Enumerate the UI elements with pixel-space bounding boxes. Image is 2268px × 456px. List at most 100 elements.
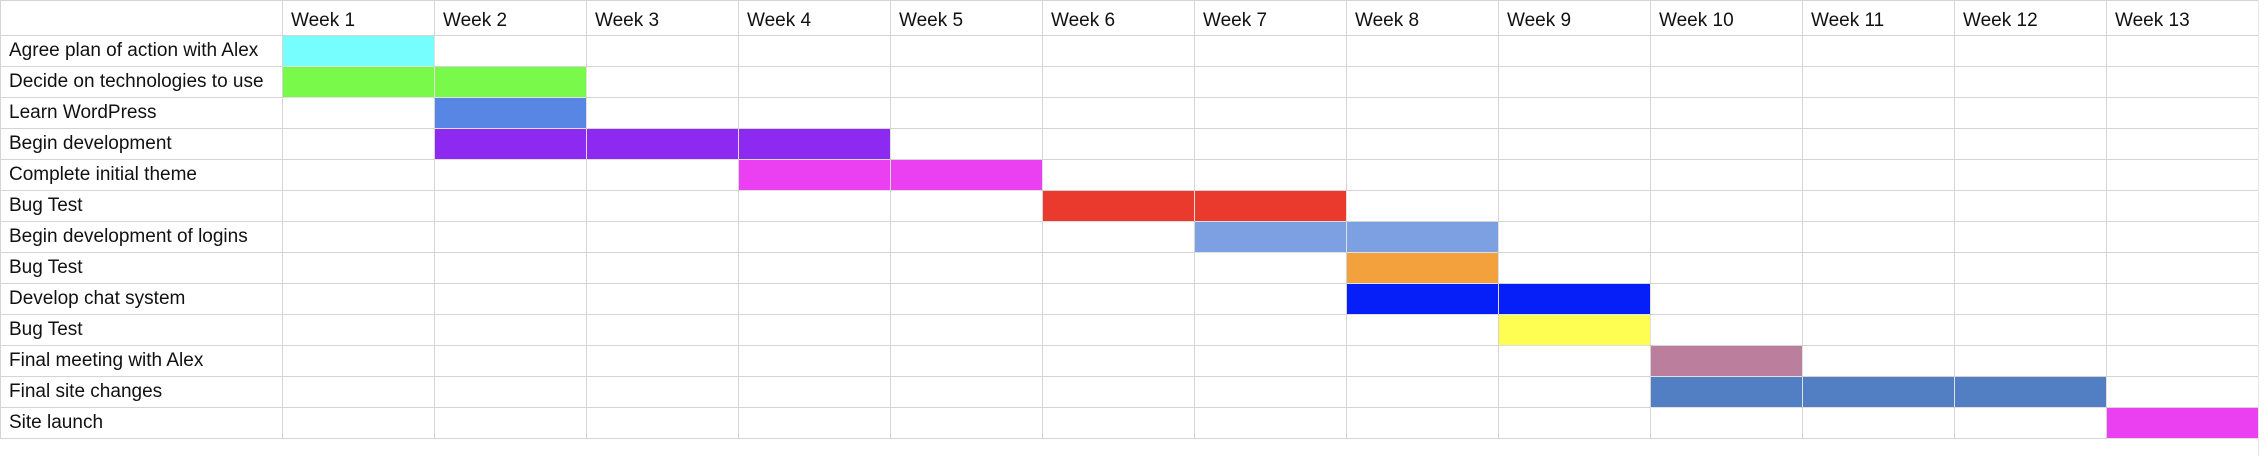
grid-cell[interactable] (1650, 314, 1803, 346)
gantt-bar-cell[interactable] (1802, 376, 1955, 408)
grid-cell[interactable] (1042, 66, 1195, 98)
grid-cell[interactable] (890, 376, 1043, 408)
grid-cell[interactable] (282, 159, 435, 191)
gantt-bar-cell[interactable] (2106, 407, 2259, 439)
gantt-bar-cell[interactable] (434, 128, 587, 160)
grid-cell[interactable] (282, 376, 435, 408)
grid-cell[interactable] (586, 314, 739, 346)
grid-cell[interactable] (1042, 35, 1195, 67)
grid-cell[interactable] (586, 35, 739, 67)
grid-cell[interactable] (1042, 407, 1195, 439)
grid-cell[interactable] (1498, 159, 1651, 191)
gantt-bar-cell[interactable] (282, 66, 435, 98)
grid-cell[interactable] (1650, 407, 1803, 439)
grid-cell[interactable] (1042, 376, 1195, 408)
grid-cell[interactable] (890, 128, 1043, 160)
grid-cell[interactable] (282, 345, 435, 377)
grid-cell[interactable] (738, 376, 891, 408)
grid-cell[interactable] (1042, 314, 1195, 346)
gantt-bar-cell[interactable] (1194, 190, 1347, 222)
grid-cell[interactable] (586, 221, 739, 253)
grid-cell[interactable] (2106, 221, 2259, 253)
task-label-cell[interactable]: Complete initial theme (0, 159, 283, 191)
grid-cell[interactable] (1954, 407, 2107, 439)
grid-cell[interactable] (434, 376, 587, 408)
gantt-bar-cell[interactable] (282, 35, 435, 67)
gantt-bar-cell[interactable] (1346, 252, 1499, 284)
grid-cell[interactable] (434, 283, 587, 315)
grid-cell[interactable] (738, 221, 891, 253)
grid-cell[interactable] (282, 221, 435, 253)
grid-cell[interactable] (1194, 283, 1347, 315)
grid-cell[interactable] (1802, 345, 1955, 377)
task-label-cell[interactable]: Begin development (0, 128, 283, 160)
week-header-cell[interactable]: Week 7 (1194, 0, 1347, 36)
grid-cell[interactable] (1194, 128, 1347, 160)
grid-cell[interactable] (434, 221, 587, 253)
grid-cell[interactable] (738, 407, 891, 439)
grid-cell[interactable] (1650, 128, 1803, 160)
grid-cell[interactable] (1194, 407, 1347, 439)
grid-cell[interactable] (1954, 35, 2107, 67)
grid-cell[interactable] (1802, 128, 1955, 160)
grid-cell[interactable] (1802, 283, 1955, 315)
grid-cell[interactable] (1954, 283, 2107, 315)
grid-cell[interactable] (1346, 190, 1499, 222)
gantt-bar-cell[interactable] (1954, 376, 2107, 408)
grid-cell[interactable] (1346, 66, 1499, 98)
grid-cell[interactable] (890, 252, 1043, 284)
grid-cell[interactable] (1650, 159, 1803, 191)
grid-cell[interactable] (738, 345, 891, 377)
week-header-cell[interactable]: Week 10 (1650, 0, 1803, 36)
grid-cell[interactable] (2106, 35, 2259, 67)
grid-cell[interactable] (282, 97, 435, 129)
grid-cell[interactable] (1802, 35, 1955, 67)
grid-cell[interactable] (586, 376, 739, 408)
grid-cell[interactable] (1802, 221, 1955, 253)
grid-cell[interactable] (738, 35, 891, 67)
grid-cell[interactable] (890, 345, 1043, 377)
task-label-cell[interactable]: Bug Test (0, 252, 283, 284)
grid-cell[interactable] (586, 159, 739, 191)
grid-cell[interactable] (1802, 159, 1955, 191)
task-label-cell[interactable]: Final site changes (0, 376, 283, 408)
task-label-cell[interactable]: Decide on technologies to use (0, 66, 283, 98)
gantt-bar-cell[interactable] (738, 128, 891, 160)
grid-cell[interactable] (1802, 407, 1955, 439)
gantt-bar-cell[interactable] (1346, 283, 1499, 315)
grid-cell[interactable] (1954, 159, 2107, 191)
grid-cell[interactable] (2106, 97, 2259, 129)
grid-cell[interactable] (1194, 97, 1347, 129)
task-label-cell[interactable]: Final meeting with Alex (0, 345, 283, 377)
grid-cell[interactable] (1954, 190, 2107, 222)
grid-cell[interactable] (282, 252, 435, 284)
grid-cell[interactable] (1042, 221, 1195, 253)
grid-cell[interactable] (1194, 35, 1347, 67)
grid-cell[interactable] (1498, 97, 1651, 129)
grid-cell[interactable] (282, 128, 435, 160)
grid-cell[interactable] (1498, 35, 1651, 67)
grid-cell[interactable] (1346, 159, 1499, 191)
grid-cell[interactable] (890, 407, 1043, 439)
grid-cell[interactable] (1954, 66, 2107, 98)
grid-cell[interactable] (1650, 283, 1803, 315)
grid-cell[interactable] (1194, 159, 1347, 191)
week-header-cell[interactable]: Week 5 (890, 0, 1043, 36)
grid-cell[interactable] (1954, 314, 2107, 346)
grid-cell[interactable] (434, 35, 587, 67)
grid-cell[interactable] (1802, 190, 1955, 222)
grid-cell[interactable] (1498, 128, 1651, 160)
grid-cell[interactable] (586, 97, 739, 129)
grid-cell[interactable] (1194, 252, 1347, 284)
grid-cell[interactable] (2106, 376, 2259, 408)
grid-cell[interactable] (434, 252, 587, 284)
grid-cell[interactable] (890, 283, 1043, 315)
grid-cell[interactable] (1346, 128, 1499, 160)
week-header-cell[interactable]: Week 4 (738, 0, 891, 36)
grid-cell[interactable] (1802, 252, 1955, 284)
gantt-bar-cell[interactable] (1650, 376, 1803, 408)
grid-cell[interactable] (1346, 97, 1499, 129)
grid-cell[interactable] (282, 190, 435, 222)
grid-cell[interactable] (1954, 128, 2107, 160)
grid-cell[interactable] (1194, 376, 1347, 408)
